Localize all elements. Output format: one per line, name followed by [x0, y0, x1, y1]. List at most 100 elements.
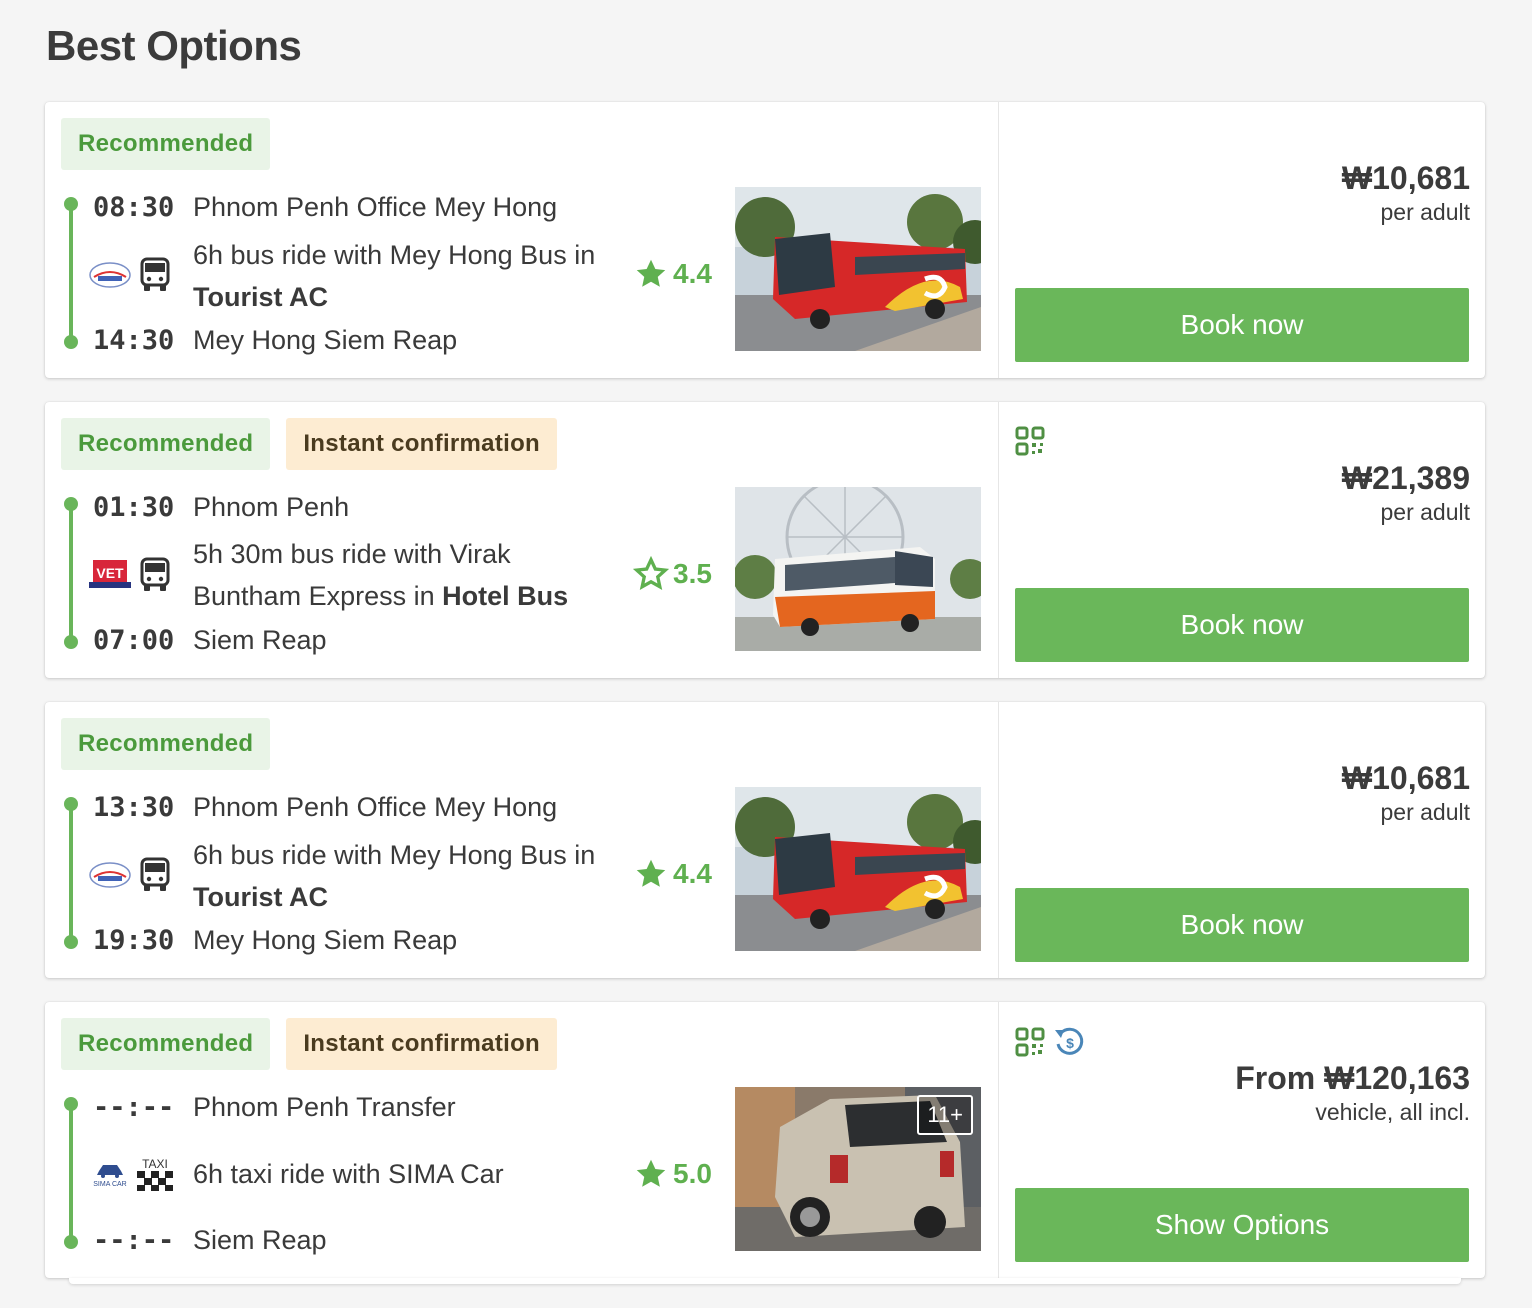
bus-icon: [139, 857, 171, 893]
trip-option-card[interactable]: Recommended Instant confirmation --:-- P…: [45, 1002, 1486, 1284]
price-panel: ₩10,681 per adult Book now: [998, 102, 1486, 378]
ride-description: 5h 30m bus ride with Virak Buntham Expre…: [193, 539, 569, 611]
feature-icons: $: [1015, 1026, 1085, 1058]
trip-option-card[interactable]: Recommended Instant confirmation 01:30 P…: [45, 402, 1485, 678]
departure-place: Phnom Penh: [193, 492, 350, 522]
mey-hong-logo-icon: [89, 261, 131, 289]
ride-description: 6h bus ride with Mey Hong Bus in Tourist…: [193, 840, 596, 912]
price-block: From ₩120,163 vehicle, all incl.: [1235, 1060, 1470, 1126]
virak-buntham-logo-icon: VET: [89, 560, 131, 588]
departure-time: 01:30: [93, 492, 175, 523]
price-panel: ₩10,681 per adult Book now: [998, 702, 1486, 978]
rating: 4.4: [633, 256, 712, 292]
arrival-time: --:--: [93, 1225, 175, 1256]
departure-place: Phnom Penh Transfer: [193, 1092, 456, 1122]
ride-description: 6h bus ride with Mey Hong Bus in Tourist…: [193, 240, 596, 312]
bus-icon: [139, 257, 171, 293]
price-block: ₩10,681 per adult: [1342, 160, 1470, 226]
qr-code-icon: [1015, 1027, 1045, 1057]
red-bus-photo[interactable]: [735, 787, 981, 951]
route-timeline: [64, 497, 78, 649]
star-icon: [636, 1159, 666, 1187]
recommended-badge: Recommended: [61, 418, 271, 470]
recommended-badge: Recommended: [61, 1018, 271, 1070]
arrival-time: 14:30: [93, 325, 175, 356]
price-amount: ₩10,681: [1341, 760, 1470, 796]
price-amount: From ₩120,163: [1235, 1060, 1470, 1096]
taxi-icon: TAXI: [135, 1157, 175, 1193]
recommended-badge: Recommended: [61, 118, 271, 170]
star-icon: [633, 556, 669, 590]
price-block: ₩21,389 per adult: [1342, 460, 1470, 526]
rating: 5.0: [633, 1156, 712, 1192]
price-unit: per adult: [1380, 499, 1470, 525]
departure-time: 08:30: [93, 192, 175, 223]
refund-icon: $: [1055, 1027, 1084, 1055]
price-unit: per adult: [1380, 799, 1470, 825]
departure-time: --:--: [93, 1092, 175, 1123]
departure-place: Phnom Penh Office Mey Hong: [193, 792, 558, 822]
rating-value: 3.5: [673, 558, 712, 589]
trip-option-card[interactable]: Recommended 08:30 Phnom Penh Office Mey …: [45, 102, 1485, 378]
trip-details: Recommended Instant confirmation --:-- P…: [45, 1002, 998, 1278]
arrival-place: Siem Reap: [193, 625, 327, 655]
recommended-badge: Recommended: [61, 718, 271, 770]
bus-icon: [139, 557, 171, 593]
trip-option-card[interactable]: Recommended 13:30 Phnom Penh Office Mey …: [45, 702, 1485, 978]
price-panel: ₩21,389 per adult Book now: [998, 402, 1486, 678]
instant-confirmation-badge: Instant confirmation: [286, 1018, 558, 1070]
badge-row: Recommended Instant confirmation: [61, 1018, 558, 1070]
route-timeline: [64, 197, 78, 349]
price-unit: per adult: [1380, 199, 1470, 225]
book-now-button[interactable]: Book now: [1015, 888, 1469, 962]
book-now-button[interactable]: Book now: [1015, 588, 1469, 662]
price-amount: ₩10,681: [1341, 160, 1470, 196]
arrival-place: Mey Hong Siem Reap: [193, 925, 458, 955]
red-bus-photo[interactable]: [735, 187, 981, 351]
departure-time: 13:30: [93, 792, 175, 823]
price-panel: $ From ₩120,163 vehicle, all incl. Show …: [998, 1002, 1486, 1278]
vehicle-class: Hotel Bus: [442, 581, 569, 611]
svg-text:SIMA CAR: SIMA CAR: [93, 1181, 126, 1188]
route-timeline: [64, 1097, 78, 1249]
rating-value: 4.4: [673, 258, 712, 289]
arrival-place: Mey Hong Siem Reap: [193, 325, 458, 355]
vehicle-class: Tourist AC: [193, 282, 328, 312]
silver-suv-photo[interactable]: 11+: [735, 1087, 981, 1251]
arrival-time: 07:00: [93, 625, 175, 656]
page-title: Best Options: [46, 22, 302, 69]
feature-icons: [1015, 426, 1045, 456]
vehicle-class: Tourist AC: [193, 882, 328, 912]
rating-value: 5.0: [673, 1158, 712, 1189]
badge-row: Recommended: [61, 118, 271, 170]
star-icon: [636, 259, 666, 287]
svg-text:VET: VET: [96, 565, 124, 581]
price-amount: ₩21,389: [1341, 460, 1470, 496]
qr-code-icon: [1015, 426, 1045, 456]
trip-details: Recommended 08:30 Phnom Penh Office Mey …: [45, 102, 998, 378]
book-now-button[interactable]: Book now: [1015, 288, 1469, 362]
price-unit: vehicle, all incl.: [1315, 1099, 1470, 1125]
svg-text:$: $: [1066, 1035, 1074, 1051]
show-options-button[interactable]: Show Options: [1015, 1188, 1469, 1262]
svg-text:TAXI: TAXI: [142, 1157, 168, 1171]
rating-value: 4.4: [673, 858, 712, 889]
trip-details: Recommended Instant confirmation 01:30 P…: [45, 402, 998, 678]
price-block: ₩10,681 per adult: [1342, 760, 1470, 826]
arrival-place: Siem Reap: [193, 1225, 327, 1255]
route-timeline: [64, 797, 78, 949]
star-icon: [636, 859, 666, 887]
rating: 3.5: [633, 556, 712, 592]
options-list: Recommended 08:30 Phnom Penh Office Mey …: [45, 102, 1485, 1302]
badge-row: Recommended Instant confirmation: [61, 418, 558, 470]
orange-bus-photo[interactable]: [735, 487, 981, 651]
photo-count-badge[interactable]: 11+: [917, 1095, 973, 1135]
mey-hong-logo-icon: [89, 861, 131, 889]
sima-car-logo-icon: SIMA CAR: [89, 1160, 131, 1188]
ride-description: 6h taxi ride with SIMA Car: [193, 1159, 504, 1189]
rating: 4.4: [633, 856, 712, 892]
trip-details: Recommended 13:30 Phnom Penh Office Mey …: [45, 702, 998, 978]
badge-row: Recommended: [61, 718, 271, 770]
departure-place: Phnom Penh Office Mey Hong: [193, 192, 558, 222]
instant-confirmation-badge: Instant confirmation: [286, 418, 558, 470]
